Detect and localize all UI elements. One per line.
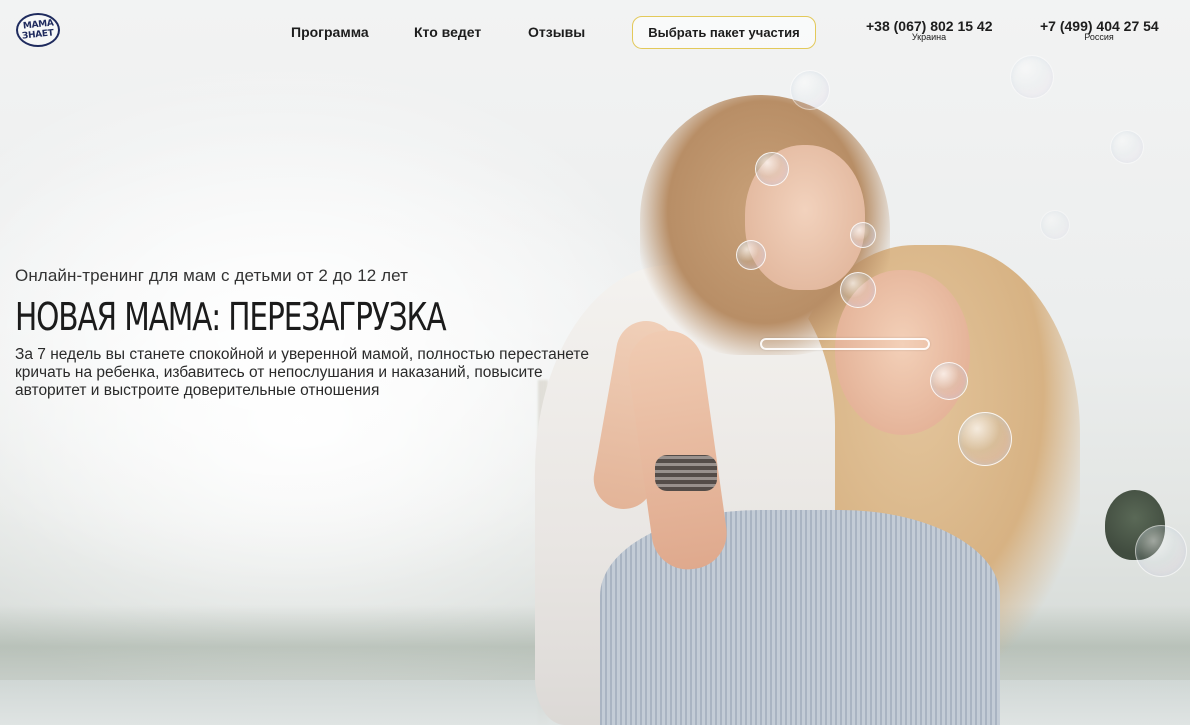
hero-title: НОВАЯ МАМА: ПЕРЕЗАГРУЗКА <box>15 295 447 339</box>
hero-section: Онлайн-тренинг для мам с детьми от 2 до … <box>15 266 615 400</box>
phone-russia-country: Россия <box>1084 32 1114 42</box>
soap-bubble <box>1040 210 1070 240</box>
soap-bubble <box>850 222 876 248</box>
soap-bubble <box>1135 525 1187 577</box>
choose-package-button[interactable]: Выбрать пакет участия <box>632 16 816 49</box>
soap-bubble <box>1110 130 1144 164</box>
site-header: МАМА ЗНАЕТ Программа Кто ведет Отзывы Вы… <box>0 0 1190 64</box>
soap-bubble <box>958 412 1012 466</box>
hero-subtitle: Онлайн-тренинг для мам с детьми от 2 до … <box>15 266 409 285</box>
soap-bubble <box>755 152 789 186</box>
soap-bubble <box>930 362 968 400</box>
logo-line-2: ЗНАЕТ <box>21 28 55 42</box>
nav-hosts[interactable]: Кто ведет <box>414 24 481 40</box>
phone-ukraine-country: Украина <box>911 32 947 42</box>
hero-description: За 7 недель вы станете спокойной и увере… <box>15 346 589 399</box>
bracelet <box>655 455 717 491</box>
bubble-wand <box>760 338 930 350</box>
soap-bubble <box>790 70 830 110</box>
nav-program[interactable]: Программа <box>291 24 369 40</box>
site-logo[interactable]: МАМА ЗНАЕТ <box>16 13 60 47</box>
phone-russia: +7 (499) 404 27 54 Россия <box>1040 18 1159 42</box>
soap-bubble <box>840 272 876 308</box>
soap-bubble <box>736 240 766 270</box>
nav-reviews[interactable]: Отзывы <box>528 24 585 40</box>
phone-ukraine: +38 (067) 802 15 42 Украина <box>866 18 993 42</box>
